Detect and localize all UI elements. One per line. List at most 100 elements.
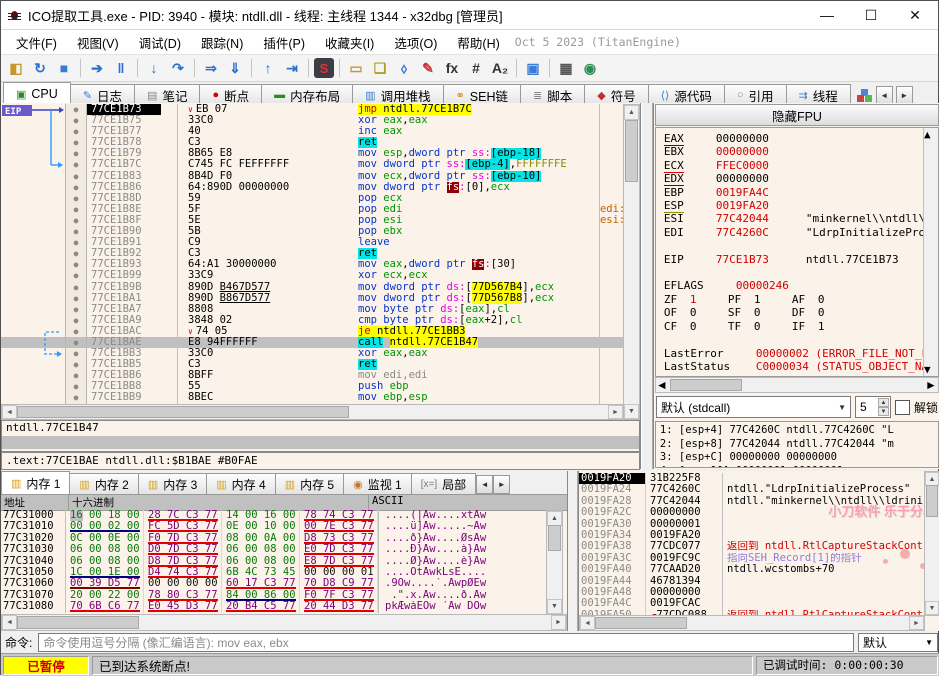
menu-选项O[interactable]: 选项(O) — [385, 30, 446, 55]
disasm-row[interactable]: ● 77CE1B7C C745 FC FEFFFFFF mov dword ptr s… — [1, 159, 624, 171]
step-into-icon[interactable]: ↓ — [143, 58, 165, 78]
register-row[interactable]: EBP 0019FA4C — [664, 186, 938, 199]
disasm-row[interactable]: ● 77CE1B99 33C9 xor ecx,ecx — [1, 270, 624, 282]
calculator-icon[interactable]: ▦ — [555, 58, 577, 78]
register-row[interactable]: OF 0 SF 0 DF 0 — [664, 306, 938, 319]
tab-脚本[interactable]: ≣ 脚本 — [520, 84, 586, 105]
menu-帮助H[interactable]: 帮助(H) — [448, 30, 508, 55]
disasm-vertical-scrollbar[interactable]: ▲ ▼ — [622, 104, 640, 420]
highlight-icon[interactable]: ✎ — [417, 58, 439, 78]
register-row[interactable]: ESI 77C42044 "minkernel\\ntdll\ — [664, 212, 938, 225]
disasm-row[interactable]: ● 77CE1BB9 8BEC mov ebp,esp — [1, 392, 624, 404]
register-row[interactable]: EDX 00000000 — [663, 172, 938, 187]
maximize-button[interactable]: ☐ — [862, 7, 880, 24]
ordinals-icon[interactable]: # — [465, 58, 487, 78]
stack-row[interactable]: 0019FA40 77CAAD20 ntdll.wcstombs+70 — [579, 563, 925, 576]
register-row[interactable]: LastError 00000002 (ERROR_FILE_NOT_F — [664, 347, 938, 360]
calling-convention-select[interactable]: 默认 (stdcall) ▼ — [655, 396, 851, 418]
menu-调试D[interactable]: 调试(D) — [130, 30, 190, 55]
run-to-user-code-icon[interactable]: ⇥ — [281, 58, 303, 78]
patches-icon[interactable]: ▭ — [345, 58, 367, 78]
dump-tab-scroll-right-button[interactable]: ► — [493, 475, 511, 494]
command-input[interactable] — [38, 633, 854, 652]
stack-vertical-scrollbar[interactable]: ▲ ▼ — [924, 471, 939, 616]
tab-日志[interactable]: ✎ 日志 — [69, 84, 136, 105]
register-row[interactable]: EDI 77C4260C "LdrpInitializePro — [664, 226, 938, 239]
bottom-splitter[interactable] — [568, 471, 578, 631]
call-argument-row[interactable]: 2: [esp+8] 77C42044 ntdll.77C42044 "m — [660, 438, 938, 452]
comments-icon[interactable]: ❏ — [369, 58, 391, 78]
dump-tab-监视 1[interactable]: ◉ 监视 1 — [343, 473, 412, 494]
restart-icon[interactable]: ↻ — [29, 58, 51, 78]
register-row[interactable] — [664, 239, 938, 252]
dump-tab-内存 2[interactable]: ▥ 内存 2 — [69, 473, 139, 494]
tab-源代码[interactable]: ⟨⟩ 源代码 — [647, 84, 725, 105]
tab-SEH链[interactable]: ⚭ SEH链 — [442, 84, 521, 105]
menu-视图V[interactable]: 视图(V) — [68, 30, 128, 55]
register-row[interactable]: ECX FFEC0000 — [663, 158, 938, 173]
break-on-dll-icon[interactable]: S — [314, 58, 334, 78]
call-argument-row[interactable]: 1: [esp+4] 77C4260C ntdll.77C4260C "L — [660, 424, 938, 438]
registers-horizontal-scrollbar[interactable]: ◄ ► — [654, 377, 939, 393]
dump-tab-内存 5[interactable]: ▥ 内存 5 — [274, 473, 345, 494]
main-splitter[interactable] — [640, 103, 653, 469]
call-argument-row[interactable]: 4: [esp+10] 00000001 00000001 — [660, 465, 938, 468]
unlock-checkbox[interactable] — [894, 399, 910, 415]
hide-fpu-button[interactable]: 隐藏FPU — [654, 104, 939, 126]
dump-tab-局部[interactable]: [x=] 局部 — [410, 473, 477, 494]
tab-引用[interactable]: ○ 引用 — [723, 84, 787, 105]
call-argument-row[interactable]: 3: [esp+C] 00000000 00000000 — [660, 451, 938, 465]
run-icon[interactable]: ➔ — [86, 58, 108, 78]
register-row[interactable]: EAX 00000000 — [663, 132, 938, 146]
disasm-row[interactable]: ● 77CE1B83 8B4D F0 mov ecx,dword ptr ss:[eb… — [1, 170, 624, 182]
register-row[interactable]: EBX 00000000 — [664, 145, 938, 158]
register-row[interactable]: LastStatus C0000034 (STATUS_OBJECT_NA — [664, 360, 938, 373]
labels-icon[interactable]: ⬨ — [393, 58, 415, 78]
dump-row[interactable]: 77C31080 70 6B C6 77 E0 45 D3 77 20 B4 C5 7… — [1, 600, 547, 613]
register-row[interactable] — [664, 266, 938, 279]
open-file-icon[interactable]: ◧ — [5, 58, 27, 78]
command-mode-select[interactable]: 默认 ▼ — [858, 633, 938, 652]
strings-icon[interactable]: A₂ — [489, 58, 511, 78]
tab-内存布局[interactable]: ▬ 内存布局 — [261, 84, 354, 105]
tab-笔记[interactable]: ▤ 笔记 — [134, 84, 201, 105]
stack-horizontal-scrollbar[interactable]: ◄ ► — [579, 615, 925, 631]
registers-vertical-scrollbar[interactable]: ▲ ▼ — [923, 128, 938, 376]
register-row[interactable]: CF 0 TF 0 IF 1 — [664, 320, 938, 333]
menu-收藏夹I[interactable]: 收藏夹(I) — [316, 30, 383, 55]
register-row[interactable] — [664, 333, 938, 346]
register-row[interactable]: EIP 77CE1B73 ntdll.77CE1B73 — [664, 253, 938, 266]
stack-row[interactable]: 0019FA4C 0019FCAC — [579, 597, 925, 610]
menu-跟踪N[interactable]: 跟踪(N) — [192, 30, 252, 55]
register-row[interactable]: ZF 1 PF 1 AF 0 — [664, 293, 938, 306]
dump-tab-内存 4[interactable]: ▥ 内存 4 — [206, 473, 276, 494]
step-over-icon[interactable]: ↷ — [167, 58, 189, 78]
attach-icon[interactable]: ▣ — [522, 58, 544, 78]
argument-count-spinner[interactable]: 5 ▲ ▼ — [854, 396, 891, 418]
tab-符号[interactable]: ◆ 符号 — [584, 84, 649, 105]
close-button[interactable]: ✕ — [906, 7, 924, 24]
disasm-horizontal-scrollbar[interactable]: ◄ ► — [1, 404, 624, 420]
stop-icon[interactable]: ■ — [53, 58, 75, 78]
website-icon[interactable]: ◉ — [579, 58, 601, 78]
step-out-icon[interactable]: ↑ — [257, 58, 279, 78]
struct-icon[interactable] — [856, 88, 873, 103]
dump-horizontal-scrollbar[interactable]: ◄ ► — [1, 614, 567, 631]
functions-icon[interactable]: fx — [441, 58, 463, 78]
menu-文件F[interactable]: 文件(F) — [7, 30, 66, 55]
menu-插件P[interactable]: 插件(P) — [254, 30, 314, 55]
dump-tab-内存 1[interactable]: ▥ 内存 1 — [1, 471, 71, 494]
dump-tab-scroll-left-button[interactable]: ◄ — [476, 475, 494, 494]
run-to-selection-icon[interactable]: ⇒ — [200, 58, 222, 78]
call-arguments[interactable]: 1: [esp+4] 77C4260C ntdll.77C4260C "L 2: … — [654, 421, 939, 468]
dump-vertical-scrollbar[interactable]: ▲ ▼ — [546, 510, 563, 615]
tab-线程[interactable]: ⇉ 线程 — [785, 84, 851, 105]
tab-断点[interactable]: ● 断点 — [199, 84, 263, 105]
disasm-row[interactable]: ● 77CE1B9B 890D B467D577 mov dword ptr ds:[… — [1, 281, 624, 293]
register-row[interactable]: ESP 0019FA20 — [663, 199, 938, 214]
execute-till-return-icon[interactable]: ⇓ — [224, 58, 246, 78]
pause-icon[interactable]: ‖ — [110, 58, 132, 78]
tab-调用堆栈[interactable]: ▥ 调用堆栈 — [352, 84, 444, 105]
dump-tab-内存 3[interactable]: ▥ 内存 3 — [137, 473, 208, 494]
register-row[interactable]: EFLAGS 00000246 — [664, 279, 938, 292]
